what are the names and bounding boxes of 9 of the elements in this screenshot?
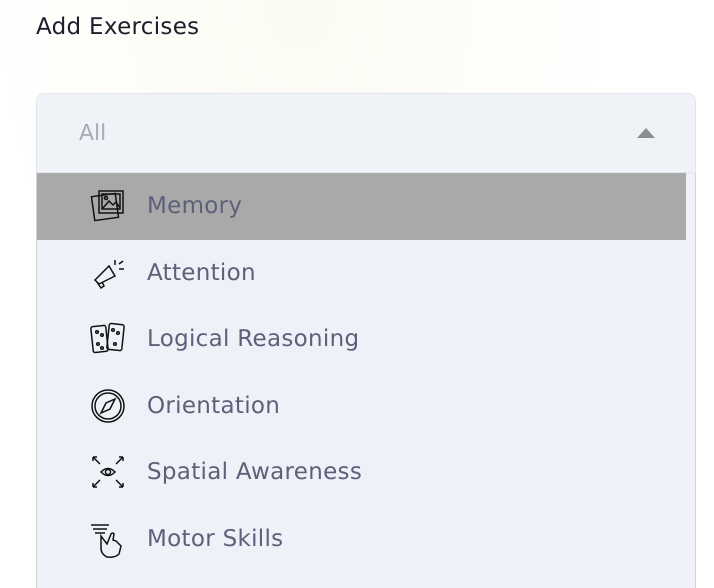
dropdown-option[interactable]: Attention: [37, 240, 686, 306]
dropdown-option[interactable]: Motor Skills: [37, 506, 686, 572]
select-value: All: [79, 120, 106, 146]
compass-icon: [89, 386, 127, 425]
section-title: Add Exercises: [36, 14, 200, 42]
dropdown-option[interactable]: Orientation: [37, 372, 686, 439]
caret-icon: [637, 128, 655, 138]
dropdown-option[interactable]: Spatial Awareness: [37, 439, 686, 506]
dropdown-option[interactable]: Logical Reasoning: [37, 306, 686, 372]
